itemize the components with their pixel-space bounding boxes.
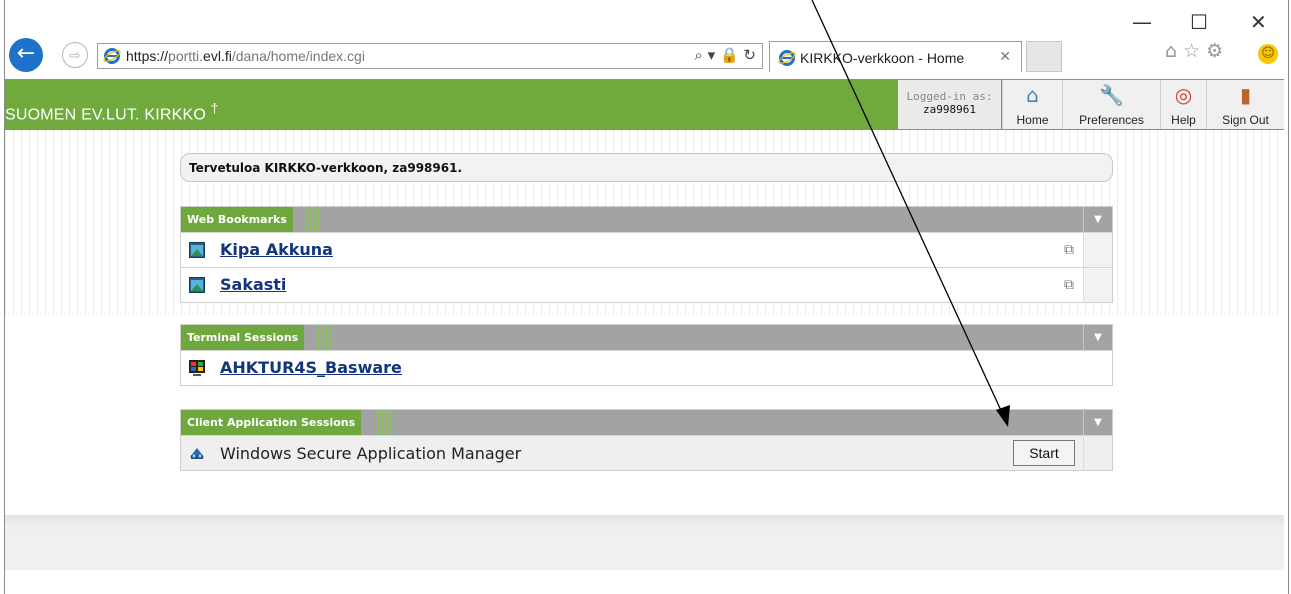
open-new-window-icon[interactable]: ⧉ [1064,242,1074,258]
toolbar-icons[interactable]: ⌂☆⚙ [1165,40,1229,62]
forward-arrow-icon: ⇨ [69,48,81,64]
open-new-window-icon[interactable]: ⧉ [1064,277,1074,293]
maximize-button[interactable]: ☐ [1190,10,1208,34]
welcome-text: Tervetuloa KIRKKO-verkkoon, za998961. [189,161,463,175]
row-side-cell [1083,268,1112,302]
list-item: Sakasti ⧉ [181,267,1112,302]
username-label: za998961 [923,103,976,116]
client-application-sessions-panel: Client Application Sessions ▼ Windows Se… [180,409,1113,471]
panel-grip[interactable] [305,207,319,232]
web-bookmarks-panel: Web Bookmarks ▼ Kipa Akkuna ⧉ Sakasti ⧉ [180,206,1113,303]
list-item: AHKTUR4S_Basware [181,350,1112,385]
back-button[interactable]: ← [9,38,43,72]
start-button[interactable]: Start [1013,440,1075,466]
minimize-button[interactable]: — [1132,10,1152,34]
home-icon: ⌂ [1026,83,1039,107]
panel-grip[interactable] [377,410,391,435]
panel-collapse-icon[interactable]: ▼ [1083,325,1112,350]
lifebuoy-icon: ◎ [1174,83,1193,107]
panel-collapse-icon[interactable]: ▼ [1083,207,1112,232]
panel-header: Terminal Sessions ▼ [181,325,1112,350]
nav-help-button[interactable]: ◎ Help [1160,80,1206,129]
forward-button[interactable]: ⇨ [62,42,88,68]
panel-title: Client Application Sessions [181,410,362,435]
app-label-wsam: Windows Secure Application Manager [220,444,522,463]
nav-home-button[interactable]: ⌂ Home [1002,80,1062,129]
feedback-smiley-icon[interactable]: ☺ [1258,44,1278,64]
url-text: https://portti.evl.fi/dana/home/index.cg… [126,48,365,64]
ie-logo-icon [778,50,796,66]
list-item: Kipa Akkuna ⧉ [181,232,1112,267]
browser-tab[interactable]: KIRKKO-verkkoon - Home ✕ [769,41,1022,72]
panel-title: Web Bookmarks [181,207,293,232]
panel-header: Web Bookmarks ▼ [181,207,1112,232]
ie-logo-icon [103,48,121,64]
back-arrow-icon: ← [16,41,36,66]
new-tab-button[interactable] [1026,41,1062,72]
panel-grip[interactable] [317,325,331,350]
web-app-icon [189,242,205,258]
terminal-session-icon [189,360,205,376]
panel-collapse-icon[interactable]: ▼ [1083,410,1112,435]
row-side-cell [1083,233,1112,267]
bookmark-link-sakasti[interactable]: Sakasti [220,275,286,294]
secure-app-manager-icon [190,448,204,459]
logged-in-box: Logged-in as: za998961 [898,80,1001,129]
row-side-cell [1083,436,1112,470]
welcome-banner: Tervetuloa KIRKKO-verkkoon, za998961. [180,153,1113,182]
panel-header: Client Application Sessions ▼ [181,410,1112,435]
wrench-icon: 🔧 [1099,83,1124,107]
tab-close-icon[interactable]: ✕ [999,49,1011,65]
terminal-sessions-panel: Terminal Sessions ▼ AHKTUR4S_Basware [180,324,1113,386]
address-bar[interactable]: https://portti.evl.fi/dana/home/index.cg… [97,43,763,69]
address-controls[interactable]: ⌕ ▾ 🔒 ↻ [695,46,756,64]
panel-title: Terminal Sessions [181,325,305,350]
terminal-link-ahktur4s-basware[interactable]: AHKTUR4S_Basware [220,358,402,377]
nav-preferences-button[interactable]: 🔧 Preferences [1062,80,1160,129]
logged-in-label: Logged-in as: [906,90,993,103]
nav-signout-button[interactable]: ▮ Sign Out [1206,80,1284,129]
page-footer [5,515,1284,570]
list-item: Windows Secure Application Manager Start [181,435,1112,470]
web-app-icon [189,277,205,293]
close-window-button[interactable]: ✕ [1250,10,1267,34]
brand-logo: SUOMEN EV.LUT. KIRKKO † [5,100,219,124]
door-icon: ▮ [1239,83,1251,107]
bookmark-link-kipa-akkuna[interactable]: Kipa Akkuna [220,240,333,259]
tab-title: KIRKKO-verkkoon - Home [800,50,965,66]
